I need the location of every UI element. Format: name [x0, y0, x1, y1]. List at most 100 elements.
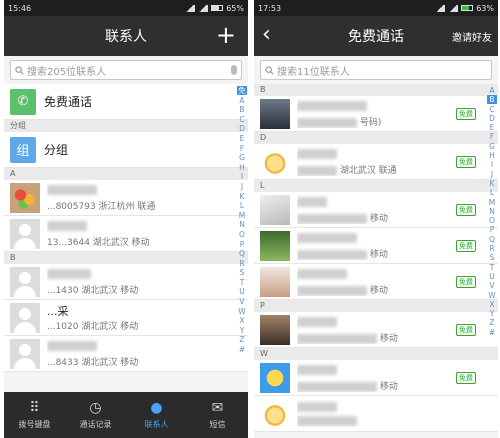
index-letter[interactable]: N [489, 207, 495, 216]
contact-name [47, 267, 248, 280]
index-letter[interactable]: U [489, 272, 495, 281]
alphabet-index[interactable]: 免 A B C D E F G H I J K L M N O P Q R S T U V W X Y Z # [237, 86, 247, 354]
invite-friends-button[interactable]: 邀请好友 [452, 29, 492, 44]
free-badge: 免费 [456, 372, 476, 384]
index-letter[interactable]: F [240, 144, 244, 153]
tab-call-log[interactable]: ◷ 通话记录 [65, 392, 126, 438]
index-letter[interactable]: V [489, 281, 494, 290]
index-letter[interactable]: # [239, 345, 245, 354]
index-letter[interactable]: W [488, 291, 495, 300]
tab-messages[interactable]: ✉ 短信 [187, 392, 248, 438]
index-letter[interactable]: P [490, 225, 495, 234]
index-letter[interactable]: J [241, 182, 243, 191]
contact-row[interactable]: 移动 免费 [254, 192, 498, 228]
index-letter[interactable]: V [239, 297, 244, 306]
tab-label: 联系人 [144, 419, 169, 429]
contact-row[interactable]: 移动 免费 [254, 360, 498, 396]
index-letter[interactable]: G [239, 153, 245, 162]
index-letter[interactable]: I [491, 160, 493, 169]
index-letter[interactable]: E [490, 123, 495, 132]
contact-detail: ...8433 湖北武汉 移动 [47, 358, 139, 368]
contact-row[interactable]: ...8433 湖北武汉 移动 [4, 336, 248, 372]
search-icon [265, 65, 274, 75]
contact-row[interactable]: 13...3644 湖北武汉 移动 [4, 216, 248, 252]
index-letter[interactable]: H [489, 151, 495, 160]
avatar [10, 266, 40, 297]
index-letter[interactable]: K [490, 179, 495, 188]
search-input[interactable]: 搜索205位联系人 [10, 60, 242, 80]
microphone-icon[interactable] [231, 65, 237, 75]
contact-row[interactable] [254, 396, 498, 432]
index-letter[interactable]: I [241, 172, 243, 181]
index-letter[interactable]: D [239, 124, 245, 133]
clock-icon: ◷ [89, 399, 102, 416]
index-letter[interactable]: Z [239, 335, 244, 344]
index-letter[interactable]: N [239, 220, 245, 229]
index-letter[interactable]: O [489, 216, 495, 225]
chat-icon: ✉ [211, 399, 224, 416]
index-letter[interactable]: P [240, 240, 245, 249]
index-letter[interactable]: C [239, 115, 244, 124]
index-letter[interactable]: R [239, 259, 244, 268]
index-letter[interactable]: M [239, 211, 245, 220]
plus-icon[interactable]: + [216, 22, 236, 48]
wifi-icon [198, 4, 209, 12]
index-letter[interactable]: H [239, 163, 245, 172]
index-letter[interactable]: # [489, 328, 495, 337]
free-call-entry[interactable]: ✆ 免费通话 [4, 84, 248, 120]
index-letter[interactable]: Q [239, 249, 245, 258]
index-letter[interactable]: L [240, 201, 244, 210]
search-input[interactable]: 搜索11位联系人 [260, 60, 492, 80]
index-letter[interactable]: E [240, 134, 245, 143]
section-header-b: B [254, 84, 498, 96]
status-time: 17:53 [258, 3, 282, 13]
index-letter[interactable]: Q [489, 235, 495, 244]
search-placeholder: 搜索11位联系人 [277, 66, 350, 78]
index-letter[interactable]: B [487, 95, 497, 105]
index-letter[interactable]: X [239, 316, 244, 325]
index-letter[interactable]: S [240, 268, 245, 277]
contact-row[interactable]: 号码) 免费 [254, 96, 498, 132]
index-letter[interactable]: U [239, 287, 245, 296]
index-letter[interactable]: F [490, 132, 494, 141]
back-arrow-icon[interactable]: ‹ [262, 22, 271, 48]
index-letter[interactable]: Z [489, 318, 494, 327]
section-header-l: L [254, 180, 498, 192]
index-letter[interactable]: T [240, 278, 245, 287]
index-letter[interactable]: M [489, 198, 495, 207]
tab-contacts[interactable]: ● 联系人 [126, 392, 187, 438]
contact-row[interactable]: 移动 免费 [254, 312, 498, 348]
contact-row[interactable]: ...1430 湖北武汉 移动 [4, 264, 248, 300]
index-letter[interactable]: R [489, 244, 494, 253]
index-letter[interactable]: S [490, 253, 495, 262]
avatar [10, 338, 40, 369]
index-letter[interactable]: K [240, 192, 245, 201]
index-letter[interactable]: L [490, 188, 494, 197]
tab-dialpad[interactable]: ⠿ 拨号键盘 [4, 392, 65, 438]
index-letter[interactable]: Y [490, 309, 495, 318]
index-letter[interactable]: B [239, 105, 244, 114]
contact-name [47, 183, 248, 196]
index-letter[interactable]: W [238, 307, 245, 316]
index-letter[interactable]: Y [240, 326, 245, 335]
index-letter[interactable]: X [489, 300, 494, 309]
index-letter[interactable]: T [490, 263, 495, 272]
index-letter[interactable]: J [491, 170, 493, 179]
avatar [10, 182, 40, 213]
index-letter[interactable]: A [239, 96, 244, 105]
index-letter[interactable]: C [489, 105, 494, 114]
group-entry[interactable]: 组 分组 [4, 132, 248, 168]
tab-label: 拨号键盘 [18, 419, 51, 429]
status-bar: 17:53 63% [254, 0, 498, 16]
alphabet-index[interactable]: A B C D E F G H I J K L M N O P Q R S T U V W X Y Z # [487, 86, 497, 337]
index-letter[interactable]: 免 [237, 86, 247, 95]
index-letter[interactable]: D [489, 114, 495, 123]
index-letter[interactable]: O [239, 230, 245, 239]
contact-row[interactable]: 移动 免费 [254, 264, 498, 300]
contact-row[interactable]: 湖北武汉 联通 免费 [254, 144, 498, 180]
contact-row[interactable]: 移动 免费 [254, 228, 498, 264]
contact-row[interactable]: ...采 ...1020 湖北武汉 移动 [4, 300, 248, 336]
index-letter[interactable]: G [489, 142, 495, 151]
index-letter[interactable]: A [489, 86, 494, 95]
contact-row[interactable]: ...8005793 浙江杭州 联通 [4, 180, 248, 216]
